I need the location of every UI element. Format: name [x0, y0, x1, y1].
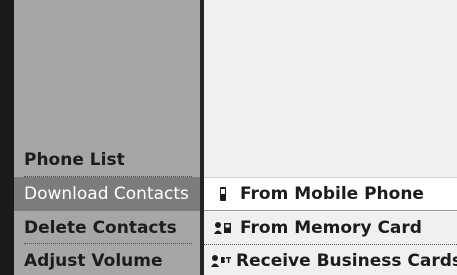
menu-item-label: Download Contacts	[24, 184, 189, 204]
submenu-item-from-mobile-phone[interactable]: From Mobile Phone	[204, 177, 457, 211]
bluetooth-contact-icon	[210, 253, 232, 269]
submenu-item-label: From Memory Card	[240, 218, 422, 238]
submenu-item-from-memory-card[interactable]: From Memory Card	[204, 211, 457, 245]
memory-card-contact-icon	[210, 220, 236, 236]
submenu-item-label: Receive Business Cards	[236, 251, 457, 271]
menu-item-phone-list[interactable]: Phone List	[14, 143, 200, 177]
mobile-phone-icon	[210, 186, 236, 202]
menu-item-label: Delete Contacts	[24, 218, 177, 238]
menu-item-adjust-volume[interactable]: Adjust Volume	[14, 244, 200, 275]
menu-item-delete-contacts[interactable]: Delete Contacts	[14, 211, 200, 245]
submenu-item-label: From Mobile Phone	[240, 184, 424, 204]
submenu-item-receive-business-cards[interactable]: Receive Business Cards	[204, 244, 457, 275]
left-edge-bar	[0, 0, 14, 275]
menu-item-label: Adjust Volume	[24, 251, 163, 271]
menu-item-label: Phone List	[24, 150, 125, 170]
menu-item-download-contacts[interactable]: Download Contacts	[14, 177, 200, 211]
